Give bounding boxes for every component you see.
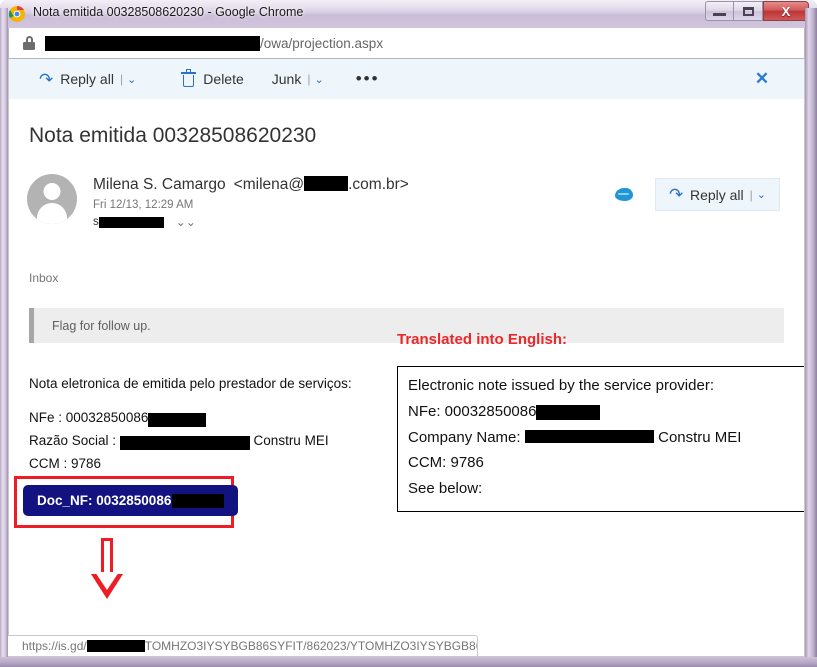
translation-company-label: Company Name: <box>408 428 525 446</box>
translation-company-suffix: Constru MEI <box>653 428 742 446</box>
chevron-down-icon[interactable]: ⌄ <box>757 188 766 201</box>
reply-all-toolbar-button[interactable]: ↶ Reply all | ⌄ <box>29 59 146 99</box>
delete-toolbar-button[interactable]: Delete <box>172 59 253 99</box>
pt-razao-line: Razão Social : ████████████████████ Cons… <box>29 432 352 450</box>
reply-all-header-separator: | <box>749 187 753 202</box>
url-visible-path: /owa/projection.aspx <box>260 35 384 51</box>
minimize-button[interactable] <box>705 1 734 21</box>
doc-nf-redaction: ██████ <box>172 493 225 508</box>
status-url-redaction: █████████ <box>86 640 145 652</box>
lock-icon <box>23 36 35 50</box>
pt-razao-redaction: ████████████████████ <box>119 435 250 450</box>
close-message-button[interactable]: ✕ <box>742 59 782 99</box>
sender-email-prefix: <milena@ <box>233 176 305 193</box>
expand-recipients-chevron-icon[interactable]: ⌄⌄ <box>176 215 196 229</box>
reply-all-separator: | <box>119 72 124 86</box>
status-url-prefix: https://is.gd/ <box>22 639 87 653</box>
sender-name: Milena S. Camargo <box>93 176 226 193</box>
translation-ccm: CCM: 9786 <box>408 454 484 472</box>
maximize-icon <box>742 6 754 16</box>
pt-razao-suffix: Constru MEI <box>249 432 329 448</box>
translation-intro: Electronic note issued by the service pr… <box>408 377 714 394</box>
more-actions-button[interactable]: ••• <box>346 59 390 99</box>
tag-icon[interactable] <box>614 188 633 201</box>
browser-window: Nota emitida 00328508620230 - Google Chr… <box>0 0 817 667</box>
chrome-logo-icon <box>8 6 25 22</box>
status-bar-link-preview: https://is.gd/█████████TOMHZO3IYSYBGB86S… <box>8 635 478 657</box>
pt-nfe-label: NFe : 00032850086 <box>29 409 149 425</box>
trash-icon <box>181 68 197 87</box>
message-subject: Nota emitida 00328508620230 <box>29 124 317 147</box>
window-controls: X <box>705 1 809 21</box>
sender-email-redaction: ████ <box>304 176 349 191</box>
window-close-button[interactable]: X <box>763 1 809 21</box>
translation-see-below: See below: <box>408 480 483 497</box>
address-bar[interactable]: ██████████████ /owa/projection.aspx <box>8 28 805 59</box>
title-bar: Nota emitida 00328508620230 - Google Chr… <box>0 0 817 28</box>
recipient-redaction: ██████████ <box>98 216 164 228</box>
header-actions: ↶ Reply all | ⌄ <box>614 178 780 211</box>
message-header: Milena S. Camargo <milena@ ████ .com.br>… <box>27 174 804 229</box>
recipient-line[interactable]: s ██████████ ⌄⌄ <box>93 215 409 229</box>
reply-all-header-button[interactable]: ↶ Reply all | ⌄ <box>654 178 780 211</box>
reply-all-icon: ↶ <box>668 185 683 204</box>
pt-ccm: CCM : 9786 <box>29 455 102 471</box>
translation-company-line: Company Name: Camargo & Martins Constru … <box>408 429 804 448</box>
doc-nf-label: Doc_NF: 0032850086 <box>37 493 172 508</box>
reply-all-header-label: Reply all <box>689 186 744 203</box>
pt-nfe-redaction: ████████ <box>148 412 207 427</box>
translation-company-redaction: Camargo & Martins <box>524 429 654 443</box>
maximize-button[interactable] <box>734 1 763 21</box>
window-frame-bottom <box>0 657 817 667</box>
reply-all-icon: ↶ <box>39 69 54 89</box>
address-bar-url: ██████████████ /owa/projection.aspx <box>45 35 384 51</box>
window-title: Nota emitida 00328508620230 - Google Chr… <box>33 5 304 19</box>
status-bar-url: https://is.gd/█████████TOMHZO3IYSYBGB86S… <box>22 639 477 653</box>
minimize-icon <box>713 13 726 16</box>
pt-razao-label: Razão Social : <box>29 432 120 448</box>
sender-meta: Milena S. Camargo <milena@ ████ .com.br>… <box>93 174 409 229</box>
translation-nfe-line: NFe: 00032850086████████ <box>408 403 804 422</box>
sender-email-suffix: .com.br> <box>348 176 409 193</box>
flag-banner-text: Flag for follow up. <box>52 318 151 333</box>
pt-intro: Nota eletronica de emitida pelo prestado… <box>29 376 352 391</box>
status-url-suffix: TOMHZO3IYSYBGB86SYFIT/862023/YTOMHZO3IYS… <box>144 639 477 653</box>
translation-box: Electronic note issued by the service pr… <box>397 366 804 512</box>
junk-toolbar-button[interactable]: Junk | ⌄ <box>262 59 334 99</box>
pt-nfe-line: NFe : 00032850086████████ <box>29 409 352 427</box>
window-frame-right <box>805 8 817 667</box>
junk-label: Junk <box>271 71 302 87</box>
translation-nfe-redaction: ████████ <box>536 404 601 420</box>
url-redaction: ██████████████ <box>45 35 260 51</box>
sender-name-line[interactable]: Milena S. Camargo <milena@ ████ .com.br> <box>93 176 409 194</box>
message-date: Fri 12/13, 12:29 AM <box>93 199 194 211</box>
owa-command-toolbar: ↶ Reply all | ⌄ Delete Junk | ⌄ ••• ✕ <box>9 59 804 99</box>
translation-heading: Translated into English: <box>397 331 568 348</box>
doc-nf-link-button[interactable]: Doc_NF: 0032850086██████ <box>23 485 239 516</box>
translation-nfe-label: NFe: 00032850086 <box>408 402 537 420</box>
window-frame-left <box>0 8 8 667</box>
reply-all-label: Reply all <box>60 71 114 87</box>
page-viewport: ↶ Reply all | ⌄ Delete Junk | ⌄ ••• ✕ No… <box>8 59 805 628</box>
chevron-down-icon[interactable]: ⌄ <box>314 73 323 86</box>
avatar <box>27 174 77 224</box>
delete-label: Delete <box>203 71 244 87</box>
junk-separator: | <box>307 72 311 86</box>
folder-label: Inbox <box>29 271 59 285</box>
chevron-down-icon[interactable]: ⌄ <box>127 73 136 86</box>
